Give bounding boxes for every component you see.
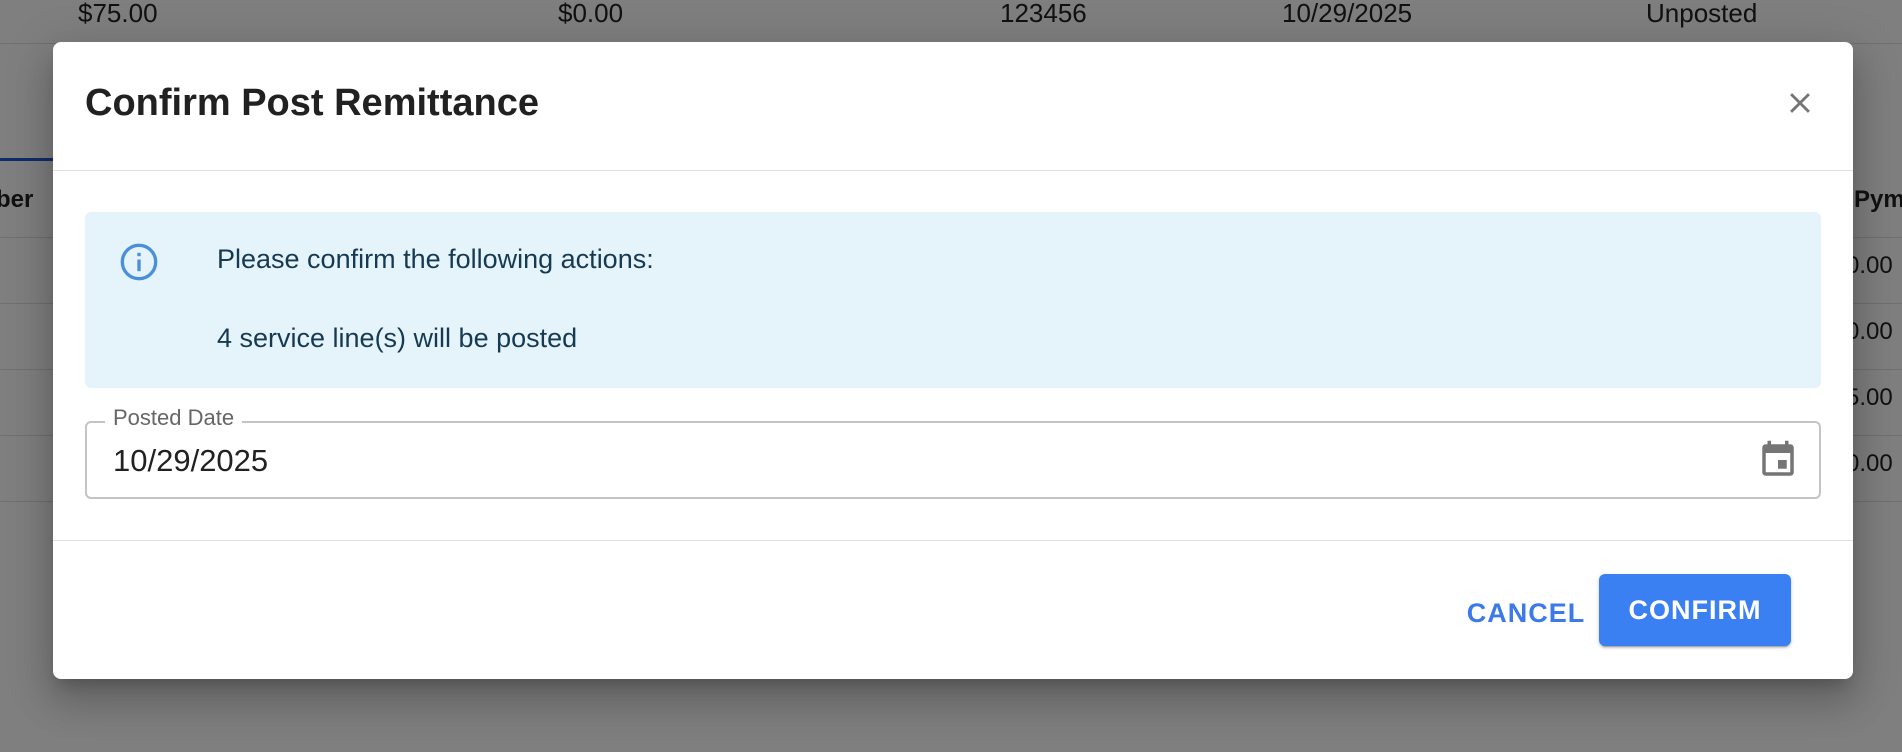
info-circle-icon [120,243,158,281]
close-icon [1790,93,1810,113]
posted-date-input[interactable] [113,441,1713,481]
alert-detail: 4 service line(s) will be posted [217,323,578,353]
alert-message: Please confirm the following actions: [217,244,654,274]
dialog-title: Confirm Post Remittance [85,82,539,124]
dialog-footer-divider [53,540,1853,541]
posted-date-field[interactable]: Posted Date [85,405,1821,499]
confirm-post-remittance-dialog: Confirm Post Remittance Please confirm t… [53,42,1853,679]
confirm-button[interactable]: CONFIRM [1599,574,1791,646]
calendar-icon[interactable] [1757,439,1799,481]
posted-date-label: Posted Date [105,405,243,431]
cancel-button[interactable]: CANCEL [1461,581,1591,645]
info-alert: Please confirm the following actions: 4 … [85,212,1821,388]
close-button[interactable] [1777,80,1823,126]
dialog-header: Confirm Post Remittance [53,42,1853,171]
